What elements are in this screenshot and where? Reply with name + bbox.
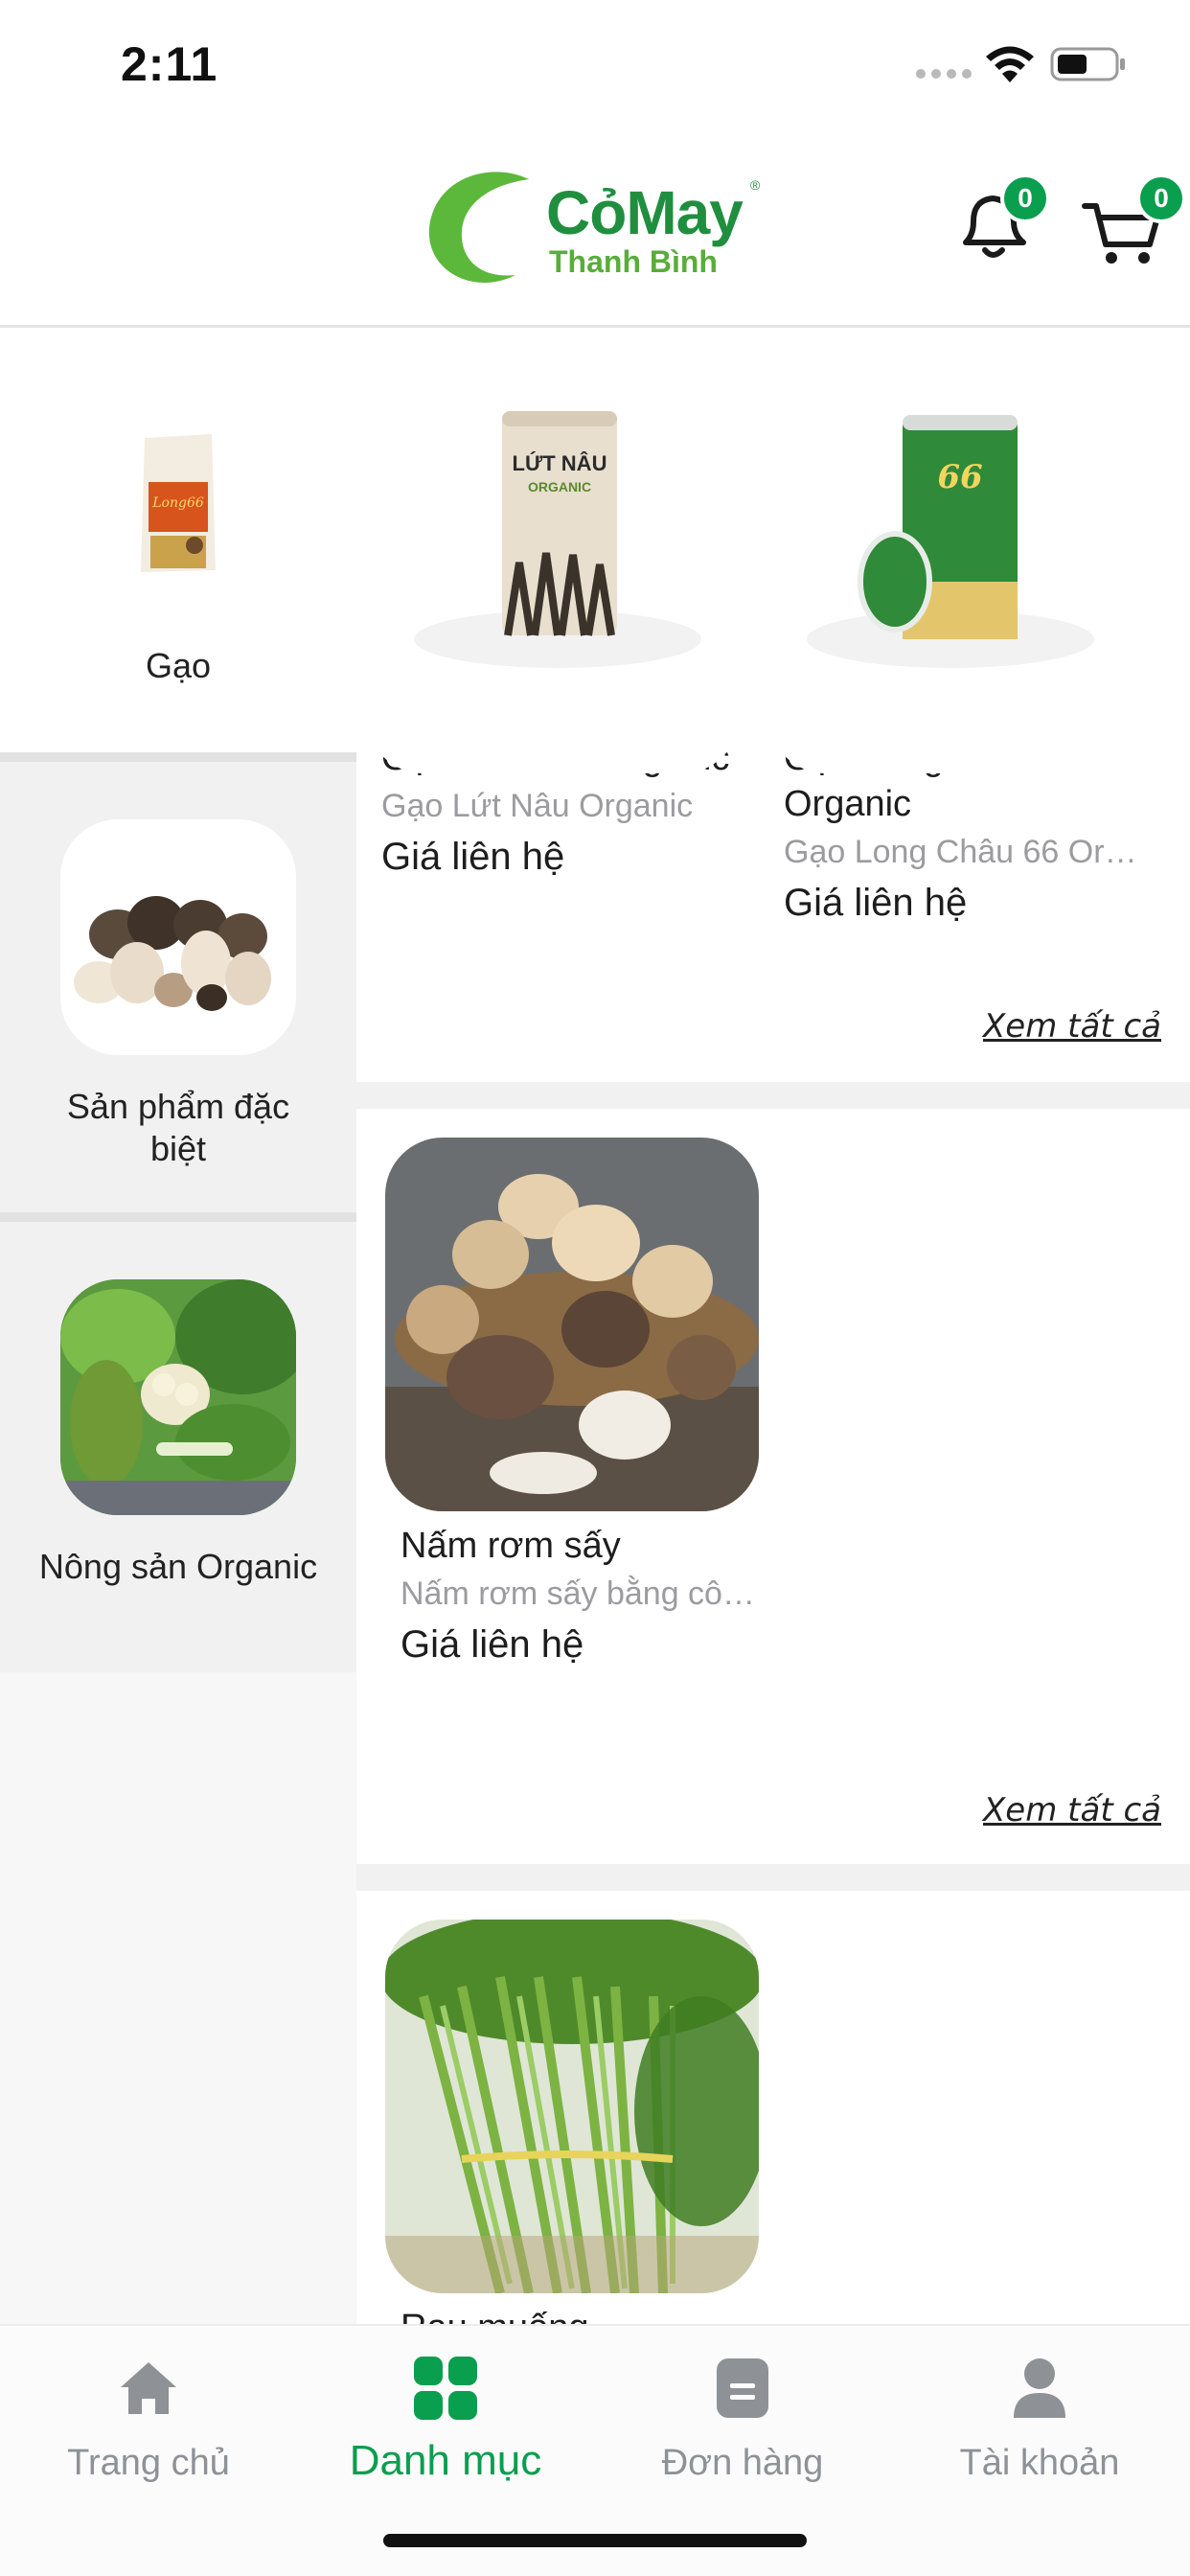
product-section: LỨT NÂU ORGANIC Gạo Lứt Nâu Organic Gạo … — [356, 331, 1190, 1082]
see-all-link[interactable]: Xem tất cả — [983, 1791, 1161, 1829]
rice-bag-thumbnail: Long66 — [141, 434, 216, 572]
product-name: Rau muống — [400, 2305, 765, 2324]
product-price: Giá liên hệ — [784, 882, 968, 924]
product-image — [385, 1138, 759, 1511]
product-card[interactable]: Rau muống — [385, 1920, 778, 2324]
svg-text:LỨT NÂU: LỨT NÂU — [513, 451, 607, 475]
cart-button[interactable]: 0 — [1077, 173, 1186, 275]
tab-account[interactable]: Tài khoản — [891, 2355, 1188, 2484]
product-card[interactable]: Nấm rơm sấy Nấm rơm sấy bằng công nghệ G… — [385, 1138, 778, 1670]
section-divider — [356, 1864, 1190, 1891]
status-bar: 2:11 — [0, 0, 1190, 129]
home-indicator — [383, 2534, 807, 2547]
account-icon — [1014, 2358, 1065, 2418]
category-divider — [0, 752, 356, 762]
logo-crescent-icon — [428, 172, 529, 283]
tab-orders[interactable]: Đơn hàng — [594, 2355, 891, 2484]
product-card[interactable]: LỨT NÂU ORGANIC Gạo Lứt Nâu Organic Gạo … — [366, 400, 759, 883]
cellular-signal-icon — [916, 69, 972, 79]
tab-label: Đơn hàng — [661, 2443, 824, 2483]
cart-count-badge: 0 — [1136, 173, 1186, 223]
svg-text:ORGANIC: ORGANIC — [528, 479, 591, 494]
orders-icon — [717, 2358, 768, 2418]
category-item-gao[interactable]: Long66 Gạo — [0, 331, 356, 752]
product-list: LỨT NÂU ORGANIC Gạo Lứt Nâu Organic Gạo … — [356, 331, 1190, 2324]
product-card[interactable]: 66 Gạo Long Châu Organic Gạo Long Châu 6… — [768, 400, 1161, 929]
notification-button[interactable]: 0 — [947, 173, 1050, 275]
category-label: Gạo — [145, 646, 212, 685]
grid-icon — [414, 2357, 477, 2420]
logo-sub-text: Thanh Bình — [549, 244, 718, 279]
product-description: Gạo Lứt Nâu Organic — [381, 788, 694, 824]
svg-text:Long66: Long66 — [151, 495, 204, 511]
category-item-nong-san-organic[interactable]: Nông sản Organic — [0, 1222, 356, 1672]
category-item-san-pham-dac-biet[interactable]: Sản phẩm đặc biệt — [0, 762, 356, 1212]
category-label: Nông sản Organic — [38, 1547, 318, 1586]
tab-category[interactable]: Danh mục — [297, 2355, 594, 2485]
category-label: Sản phẩm đặc biệt — [66, 1087, 290, 1168]
product-image — [385, 1920, 759, 2293]
category-sidebar: Long66 Gạo Sản phẩm đặc biệt Nông sản Or… — [0, 331, 356, 2324]
product-section: Nấm rơm sấy Nấm rơm sấy bằng công nghệ G… — [356, 1109, 1190, 1864]
wifi-icon — [986, 46, 1034, 82]
tab-home[interactable]: Trang chủ — [0, 2355, 297, 2484]
tab-label: Tài khoản — [959, 2443, 1120, 2483]
product-image: 66 — [768, 400, 1142, 773]
product-description: Gạo Long Châu 66 Organic — [784, 834, 1138, 870]
app-header: CỏMay ® Thanh Bình 0 0 — [0, 129, 1190, 328]
product-price: Giá liên hệ — [381, 836, 565, 878]
home-icon — [121, 2362, 176, 2414]
brand-logo[interactable]: CỏMay ® Thanh Bình — [422, 166, 776, 288]
vegetables-thumbnail — [60, 1279, 296, 1515]
notification-count-badge: 0 — [1000, 173, 1050, 223]
logo-registered-mark: ® — [750, 177, 761, 193]
status-time: 2:11 — [121, 37, 218, 91]
product-name: Nấm rơm sấy — [400, 1526, 621, 1566]
section-divider — [356, 1082, 1190, 1109]
svg-text:66: 66 — [937, 458, 982, 496]
product-price: Giá liên hệ — [400, 1623, 584, 1666]
product-section: Rau muống — [356, 1891, 1190, 2324]
see-all-link[interactable]: Xem tất cả — [983, 1007, 1161, 1046]
product-image: LỨT NÂU ORGANIC — [366, 400, 740, 773]
logo-brand-text: CỏMay — [546, 178, 744, 247]
battery-icon — [1050, 47, 1125, 81]
tab-label: Danh mục — [349, 2437, 542, 2484]
tab-label: Trang chủ — [67, 2443, 230, 2483]
product-description: Nấm rơm sấy bằng công nghệ — [400, 1576, 755, 1612]
mushroom-thumbnail — [60, 819, 296, 1055]
category-divider — [0, 1212, 356, 1222]
